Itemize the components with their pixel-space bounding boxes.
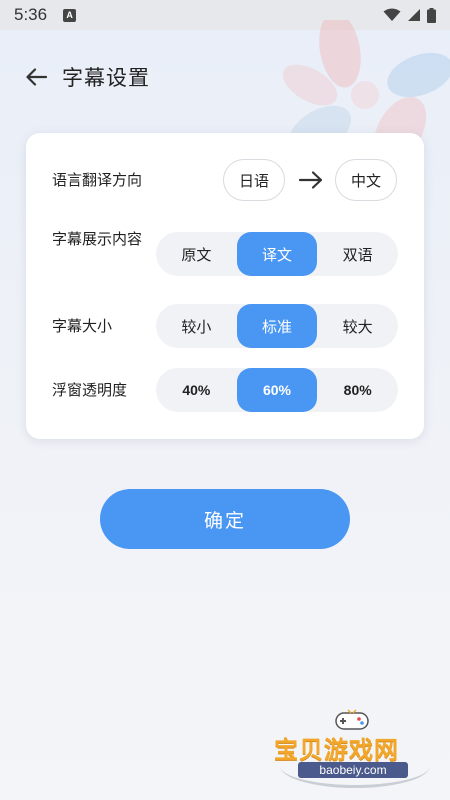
- size-option-small[interactable]: 较小: [156, 304, 237, 348]
- size-label: 字幕大小: [52, 317, 113, 335]
- page-title: 字幕设置: [62, 66, 150, 90]
- direction-label: 语言翻译方向: [52, 171, 143, 189]
- status-time: 5:36: [14, 5, 48, 24]
- size-option-standard[interactable]: 标准: [236, 304, 318, 348]
- direction-row: 语言翻译方向 日语 中文: [26, 159, 424, 201]
- content-option-bilingual[interactable]: 双语: [317, 232, 398, 276]
- opacity-option-60[interactable]: 60%: [236, 368, 318, 412]
- content-segmented-control: 原文 译文 双语: [156, 232, 398, 276]
- size-row: 字幕大小 较小 标准 较大: [26, 304, 424, 348]
- content-option-original[interactable]: 原文: [156, 232, 237, 276]
- arrow-right-icon: [298, 171, 323, 189]
- watermark-text: 宝贝游戏网: [274, 736, 399, 764]
- target-language-button[interactable]: 中文: [335, 159, 397, 201]
- size-segmented-control: 较小 标准 较大: [156, 304, 398, 348]
- arrow-left-icon: [26, 68, 47, 86]
- top-bar: 字幕设置: [0, 55, 450, 99]
- watermark-url: baobeiy.com: [298, 762, 408, 778]
- content-option-translated[interactable]: 译文: [236, 232, 318, 276]
- opacity-option-40[interactable]: 40%: [156, 368, 237, 412]
- notification-badge: A: [63, 8, 77, 22]
- opacity-label: 浮窗透明度: [52, 381, 128, 399]
- gamepad-icon: [335, 709, 369, 730]
- source-language-button[interactable]: 日语: [223, 159, 285, 201]
- watermark-logo: 宝贝游戏网 baobeiy.com: [270, 706, 440, 790]
- content-label: 字幕展示内容: [52, 230, 143, 248]
- opacity-row: 浮窗透明度 40% 60% 80%: [26, 368, 424, 412]
- content-row: 字幕展示内容 原文 译文 双语: [26, 224, 424, 284]
- back-button[interactable]: [16, 57, 56, 97]
- opacity-option-80[interactable]: 80%: [317, 368, 398, 412]
- settings-card: 语言翻译方向 日语 中文 字幕展示内容 原文 译文 双语 字幕大小 较小 标准 …: [26, 133, 424, 439]
- size-option-large[interactable]: 较大: [317, 304, 398, 348]
- opacity-segmented-control: 40% 60% 80%: [156, 368, 398, 412]
- confirm-button[interactable]: 确定: [100, 489, 350, 549]
